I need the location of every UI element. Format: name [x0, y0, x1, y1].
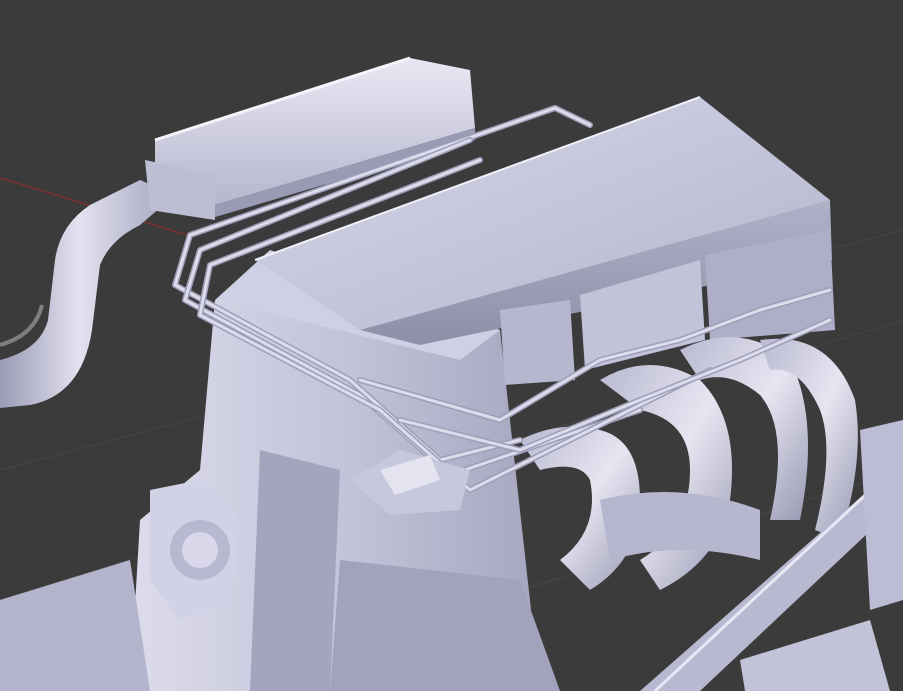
intake-pipe[interactable]	[0, 180, 175, 408]
engine-model-render[interactable]	[0, 0, 903, 691]
3d-viewport[interactable]	[0, 0, 903, 691]
